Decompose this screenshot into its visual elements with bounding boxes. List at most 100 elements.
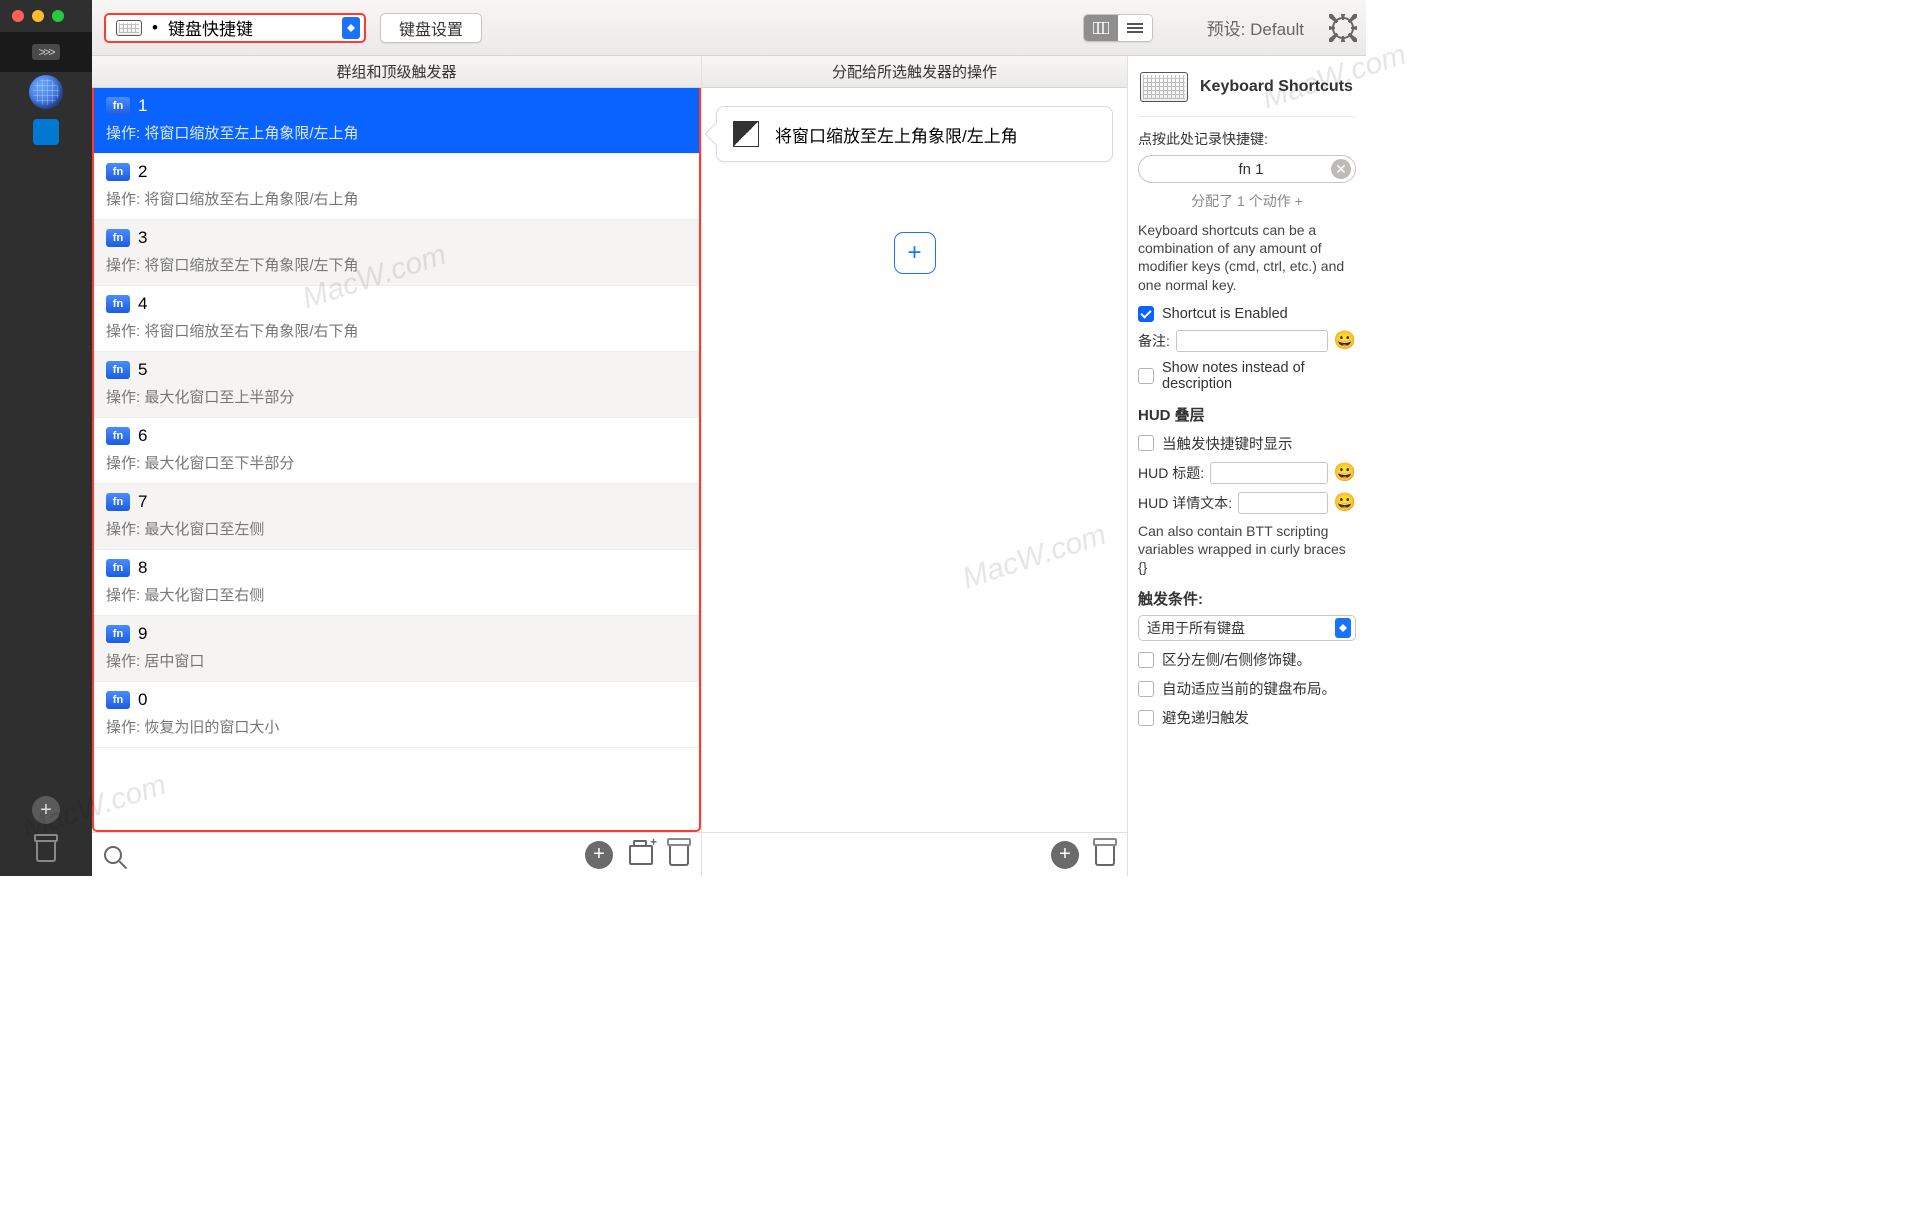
trigger-row[interactable]: fn3操作: 将窗口缩放至左下角象限/左下角 (94, 220, 699, 286)
clear-shortcut-button[interactable]: ✕ (1331, 159, 1351, 179)
trigger-row[interactable]: fn 6 操作: 最大化窗口至下半部分 (94, 418, 699, 484)
keyboard-settings-button[interactable]: 键盘设置 (380, 13, 482, 43)
trigger-key: 0 (138, 690, 147, 710)
checkbox-icon[interactable] (1138, 435, 1154, 451)
record-hint-label: 点按此处记录快捷键: (1138, 129, 1356, 149)
hud-detail-label: HUD 详情文本: (1138, 493, 1232, 513)
action-title: 将窗口缩放至左上角象限/左上角 (775, 122, 1018, 147)
trigger-action: 操作: 将窗口缩放至右上角象限/右上角 (106, 188, 689, 209)
add-trigger-button[interactable]: + (585, 841, 613, 869)
checkbox-icon[interactable] (1138, 652, 1154, 668)
trigger-action: 操作: 最大化窗口至上半部分 (106, 386, 689, 407)
minimize-window-button[interactable] (32, 10, 44, 22)
trigger-key: 7 (138, 492, 147, 512)
add-group-button[interactable] (629, 845, 653, 865)
trigger-row[interactable]: fn8操作: 最大化窗口至右侧 (94, 550, 699, 616)
checkbox-icon[interactable] (1138, 368, 1154, 384)
emoji-picker-button[interactable]: 😀 (1334, 330, 1356, 351)
fn-badge-icon: fn (106, 295, 130, 313)
fn-badge-icon: fn (106, 163, 130, 181)
trigger-key: 1 (138, 96, 147, 116)
triggers-column-header: 群组和顶级触发器 (92, 56, 701, 88)
search-icon[interactable] (104, 846, 122, 864)
view-list-icon[interactable] (1118, 15, 1152, 41)
emoji-picker-button[interactable]: 😀 (1334, 462, 1356, 483)
trigger-key: 5 (138, 360, 147, 380)
fn-badge-icon: fn (106, 493, 130, 511)
trigger-action: 操作: 将窗口缩放至右下角象限/右下角 (106, 320, 689, 341)
fullscreen-window-button[interactable] (52, 10, 64, 22)
view-columns-icon[interactable] (1084, 15, 1118, 41)
actions-column-header: 分配给所选触发器的操作 (702, 56, 1127, 88)
window-controls (0, 0, 92, 32)
keyboard-icon (116, 20, 142, 36)
trigger-key: 8 (138, 558, 147, 578)
inspector-panel: Keyboard Shortcuts 点按此处记录快捷键: fn 1 ✕ 分配了… (1128, 56, 1366, 736)
trigger-row[interactable]: fn 2 操作: 将窗口缩放至右上角象限/右上角 (94, 154, 699, 220)
help-text: Keyboard shortcuts can be a combination … (1138, 221, 1356, 294)
cond-avoid-row[interactable]: 避免递归触发 (1138, 707, 1356, 728)
delete-app-button[interactable] (36, 840, 56, 862)
dropdown-label: 键盘快捷键 (168, 15, 253, 40)
trigger-row[interactable]: fn 7 操作: 最大化窗口至左侧 (94, 484, 699, 550)
close-window-button[interactable] (12, 10, 24, 22)
sidebar-item-vscode[interactable] (0, 112, 92, 152)
notes-label: 备注: (1138, 331, 1170, 351)
cond-adapt-row[interactable]: 自动适应当前的键盘布局。 (1138, 678, 1356, 699)
fn-badge-icon: fn (106, 625, 130, 643)
sidebar-item-global[interactable] (0, 72, 92, 112)
hud-title-label: HUD 标题: (1138, 463, 1204, 483)
hud-show-row[interactable]: 当触发快捷键时显示 (1138, 433, 1356, 454)
inspector-title: Keyboard Shortcuts (1200, 78, 1353, 96)
globe-icon (29, 75, 63, 109)
action-card[interactable]: 将窗口缩放至左上角象限/左上角 (716, 106, 1113, 162)
enabled-row[interactable]: Shortcut is Enabled (1138, 306, 1356, 322)
trigger-row[interactable]: fn4操作: 将窗口缩放至右下角象限/右下角 (94, 286, 699, 352)
fn-badge-icon: fn (106, 229, 130, 247)
keyboard-scope-select[interactable]: 适用于所有键盘 (1138, 615, 1356, 641)
trigger-row[interactable]: fn1操作: 将窗口缩放至左上角象限/左上角 (94, 88, 699, 154)
toolbar: • 键盘快捷键 键盘设置 预设: Default (92, 0, 1366, 56)
trigger-row[interactable]: fn9操作: 居中窗口 (94, 616, 699, 682)
keyboard-icon (1140, 72, 1188, 102)
view-mode-segmented[interactable] (1083, 14, 1153, 42)
sidebar-item-all[interactable]: >>> (0, 32, 92, 72)
recorded-value: fn 1 (1238, 161, 1263, 178)
shortcut-record-field[interactable]: fn 1 ✕ (1138, 155, 1356, 183)
delete-action-button[interactable] (1095, 844, 1115, 866)
assigned-count[interactable]: 分配了 1 个动作 + (1138, 191, 1356, 211)
add-app-button[interactable]: + (32, 796, 60, 824)
trigger-action: 操作: 将窗口缩放至左上角象限/左上角 (106, 122, 689, 143)
add-action-button-footer[interactable]: + (1051, 841, 1079, 869)
arrows-icon: >>> (32, 44, 59, 60)
hud-title-input[interactable] (1210, 462, 1327, 484)
checkbox-icon[interactable] (1138, 710, 1154, 726)
fn-badge-icon: fn (106, 427, 130, 445)
trigger-key: 6 (138, 426, 147, 446)
trigger-row[interactable]: fn0操作: 恢复为旧的窗口大小 (94, 682, 699, 748)
trigger-list: fn 1 操作: 将窗口缩放至左上角象限/左上角 fn 2 操作: 将窗口缩放至右上角象限… (92, 88, 701, 832)
top-left-corner-icon (733, 121, 759, 147)
emoji-picker-button[interactable]: 😀 (1334, 492, 1356, 513)
conditions-section-header: 触发条件: (1138, 588, 1356, 609)
gear-icon[interactable] (1332, 17, 1354, 39)
trigger-action: 操作: 最大化窗口至下半部分 (106, 452, 689, 473)
cond-lr-row[interactable]: 区分左侧/右侧修饰键。 (1138, 649, 1356, 670)
show-notes-row[interactable]: Show notes instead of description (1138, 360, 1356, 392)
trigger-type-dropdown[interactable]: • 键盘快捷键 (104, 13, 366, 43)
checkbox-icon[interactable] (1138, 306, 1154, 322)
chevron-updown-icon (342, 17, 360, 39)
trigger-action: 操作: 最大化窗口至右侧 (106, 584, 689, 605)
preset-label[interactable]: 预设: Default (1207, 15, 1304, 40)
chevron-updown-icon (1335, 618, 1351, 638)
add-action-button[interactable]: + (894, 232, 936, 274)
hud-detail-input[interactable] (1238, 492, 1327, 514)
trigger-action: 操作: 最大化窗口至左侧 (106, 518, 689, 539)
trigger-row[interactable]: fn 5 操作: 最大化窗口至上半部分 (94, 352, 699, 418)
checkbox-icon[interactable] (1138, 681, 1154, 697)
fn-badge-icon: fn (106, 361, 130, 379)
delete-trigger-button[interactable] (669, 844, 689, 866)
hud-section-header: HUD 叠层 (1138, 404, 1356, 425)
notes-input[interactable] (1176, 330, 1328, 352)
trigger-key: 2 (138, 162, 147, 182)
